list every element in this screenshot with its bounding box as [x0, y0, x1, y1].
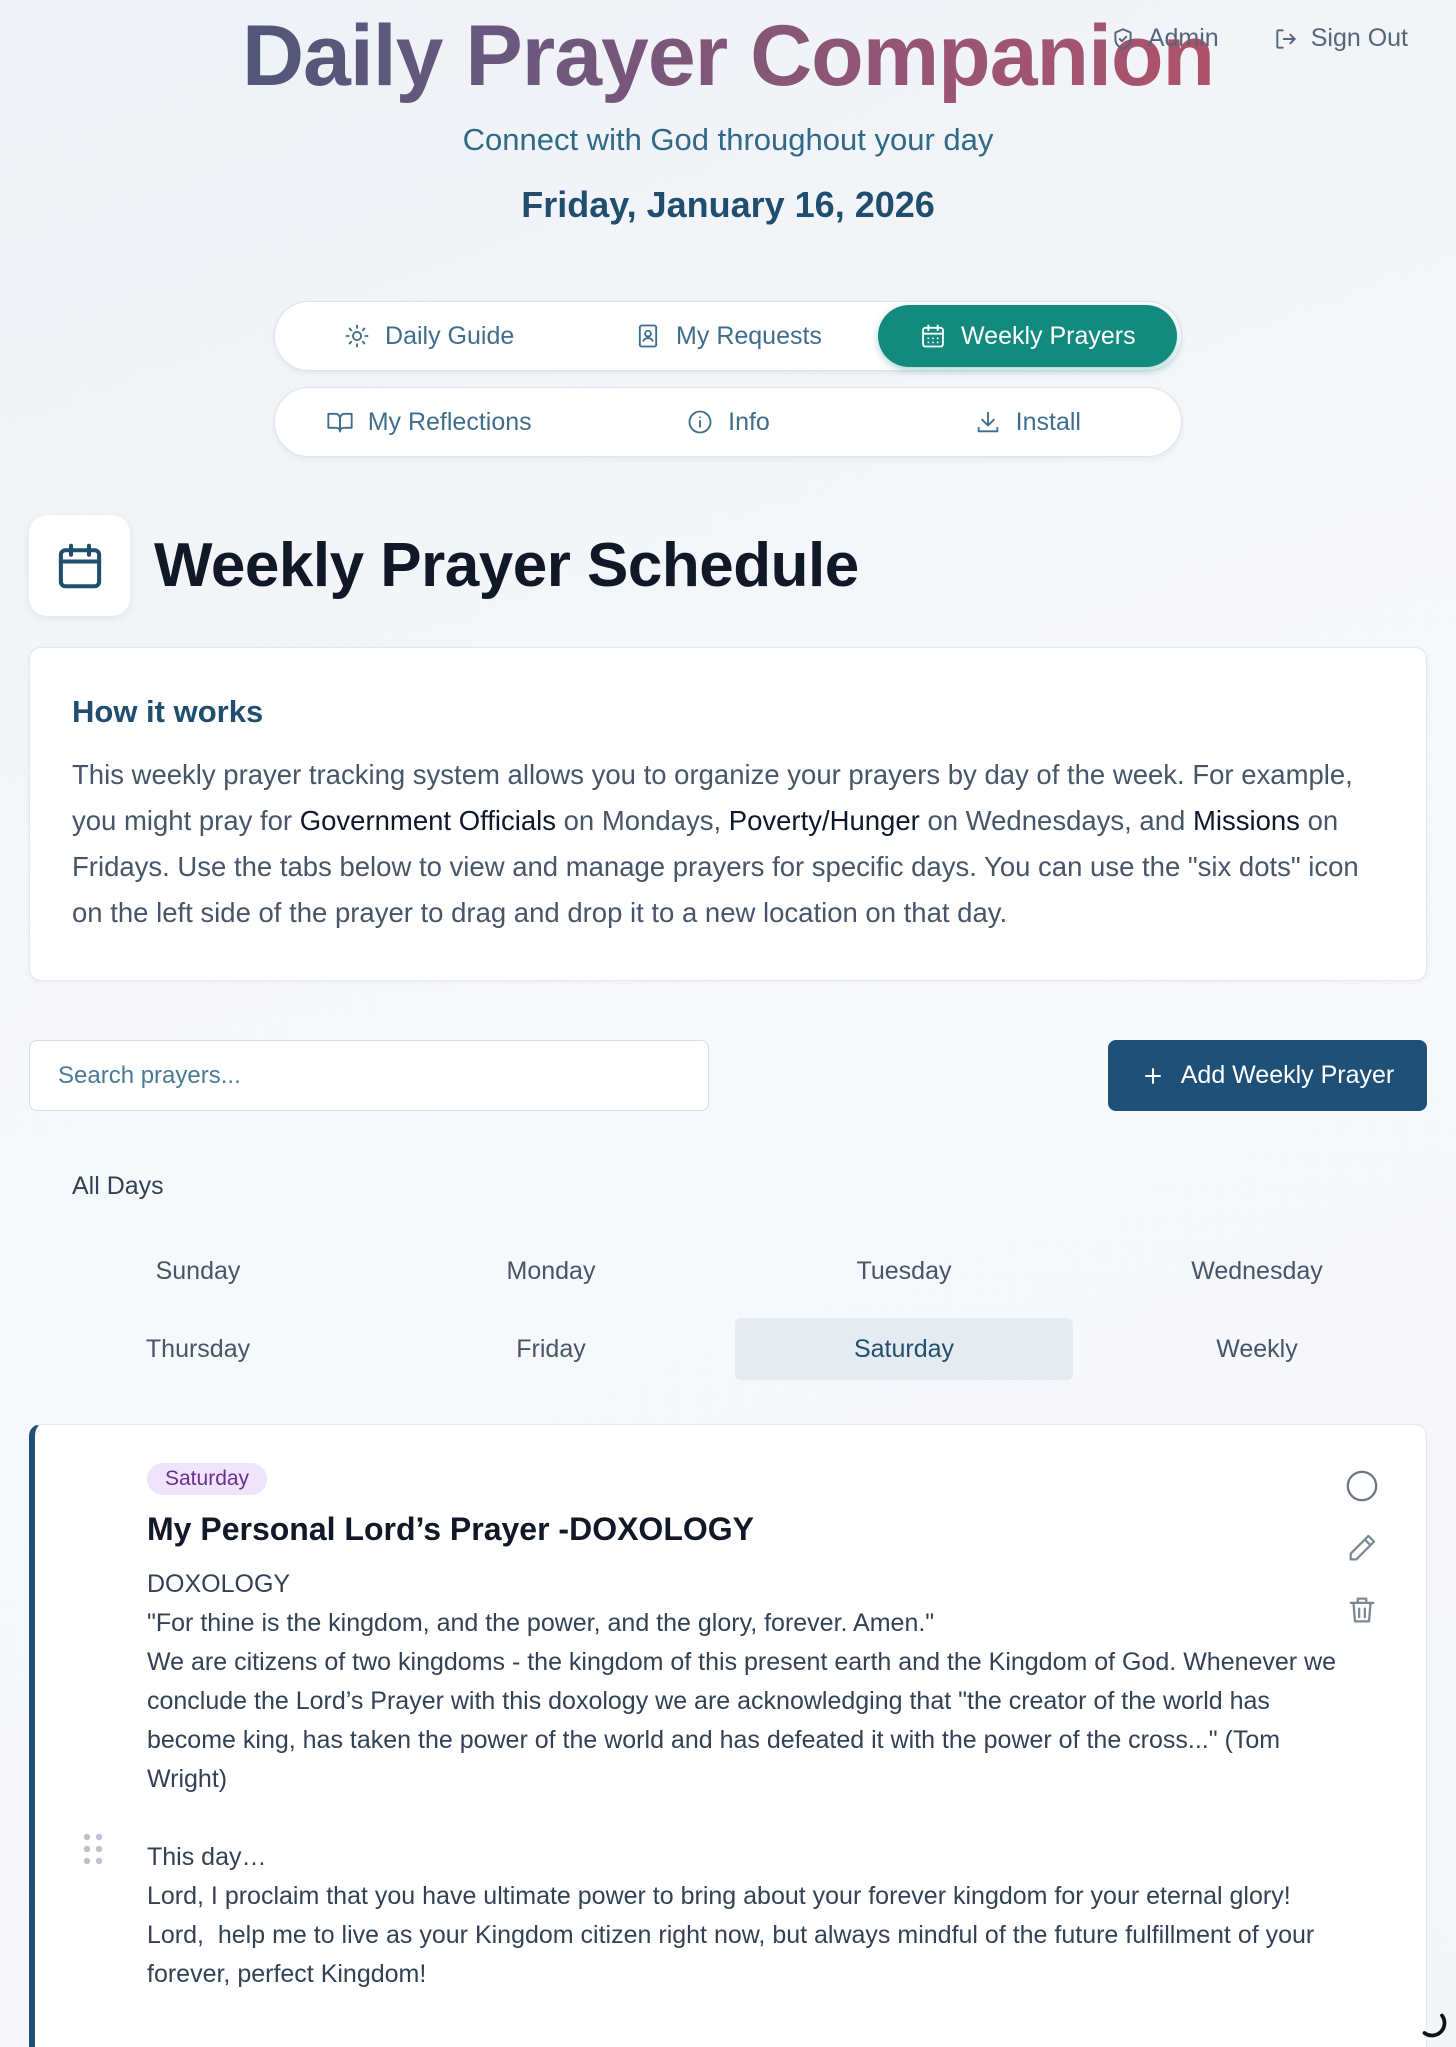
page-title: Weekly Prayer Schedule — [154, 531, 859, 600]
sun-icon — [343, 322, 371, 350]
app-title: Daily Prayer Companion — [0, 6, 1456, 106]
sign-out-label: Sign Out — [1310, 24, 1408, 52]
prayer-actions — [1345, 1469, 1379, 1627]
tab-wednesday[interactable]: Wednesday — [1088, 1240, 1426, 1302]
tab-sunday[interactable]: Sunday — [29, 1240, 367, 1302]
tab-daily-guide[interactable]: Daily Guide — [279, 305, 578, 367]
sign-out-button[interactable]: Sign Out — [1273, 24, 1408, 53]
tab-my-reflections[interactable]: My Reflections — [279, 391, 578, 453]
tab-monday[interactable]: Monday — [382, 1240, 720, 1302]
tab-weekly[interactable]: Weekly — [1088, 1318, 1426, 1380]
how-it-works-text: This weekly prayer tracking system allow… — [72, 752, 1384, 936]
prayer-body-paragraph: This day… Lord, I proclaim that you have… — [147, 1843, 1315, 1988]
book-person-icon — [634, 322, 662, 350]
how-it-works-card: How it works This weekly prayer tracking… — [29, 647, 1427, 981]
prayer-body: DOXOLOGY "For thine is the kingdom, and … — [147, 1565, 1347, 1994]
trash-icon[interactable] — [1345, 1593, 1379, 1627]
plus-icon — [1141, 1064, 1165, 1088]
current-date: Friday, January 16, 2026 — [521, 184, 935, 225]
how-it-works-title: How it works — [72, 694, 264, 729]
calendar-icon — [29, 515, 130, 616]
download-icon — [974, 408, 1002, 436]
section-header: Weekly Prayer Schedule — [29, 515, 859, 616]
tab-my-requests-label: My Requests — [676, 321, 822, 350]
drag-handle-icon[interactable] — [83, 1833, 103, 1865]
tab-weekly-prayers-label: Weekly Prayers — [961, 321, 1136, 350]
tab-all-days[interactable]: All Days — [72, 1172, 164, 1201]
admin-label: Admin — [1147, 24, 1219, 52]
edit-icon[interactable] — [1345, 1531, 1379, 1565]
complete-toggle-icon[interactable] — [1345, 1469, 1379, 1503]
tab-my-requests[interactable]: My Requests — [578, 305, 877, 367]
tab-install-label: Install — [1015, 407, 1081, 436]
main-nav-row-1: Daily Guide My Requests Weekly Prayers — [274, 301, 1182, 371]
add-weekly-prayer-button[interactable]: Add Weekly Prayer — [1108, 1040, 1427, 1111]
top-actions: Admin Sign Out — [1110, 24, 1408, 53]
tab-my-reflections-label: My Reflections — [367, 407, 532, 436]
add-weekly-prayer-label: Add Weekly Prayer — [1180, 1061, 1395, 1089]
tagline: Connect with God throughout your day — [462, 122, 994, 157]
tab-tuesday[interactable]: Tuesday — [735, 1240, 1073, 1302]
open-book-icon — [326, 408, 354, 436]
how-text-part: on Wednesdays, and — [919, 805, 1193, 836]
tab-saturday[interactable]: Saturday — [735, 1318, 1073, 1380]
prayer-card: Saturday My Personal Lord’s Prayer -DOXO… — [29, 1424, 1427, 2047]
highlight-government: Government Officials — [299, 805, 556, 836]
tab-install[interactable]: Install — [878, 391, 1177, 453]
tab-thursday[interactable]: Thursday — [29, 1318, 367, 1380]
info-icon — [686, 408, 714, 436]
prayer-title: My Personal Lord’s Prayer -DOXOLOGY — [147, 1511, 754, 1547]
admin-link[interactable]: Admin — [1110, 24, 1219, 53]
main-nav-row-2: My Reflections Info Install — [274, 387, 1182, 457]
highlight-missions: Missions — [1192, 805, 1300, 836]
how-text-part: on Mondays, — [556, 805, 729, 836]
day-badge: Saturday — [147, 1463, 268, 1495]
calendar-icon — [919, 322, 947, 350]
tab-info-label: Info — [728, 407, 770, 436]
tab-weekly-prayers[interactable]: Weekly Prayers — [877, 305, 1177, 367]
loading-spinner-icon — [1417, 2008, 1447, 2038]
search-input[interactable] — [29, 1040, 709, 1111]
log-out-icon — [1273, 26, 1299, 52]
highlight-poverty: Poverty/Hunger — [728, 805, 920, 836]
tab-info[interactable]: Info — [578, 391, 877, 453]
tab-daily-guide-label: Daily Guide — [385, 321, 515, 350]
prayer-body-paragraph: DOXOLOGY "For thine is the kingdom, and … — [147, 1570, 1337, 1793]
tab-friday[interactable]: Friday — [382, 1318, 720, 1380]
shield-check-icon — [1110, 26, 1136, 52]
